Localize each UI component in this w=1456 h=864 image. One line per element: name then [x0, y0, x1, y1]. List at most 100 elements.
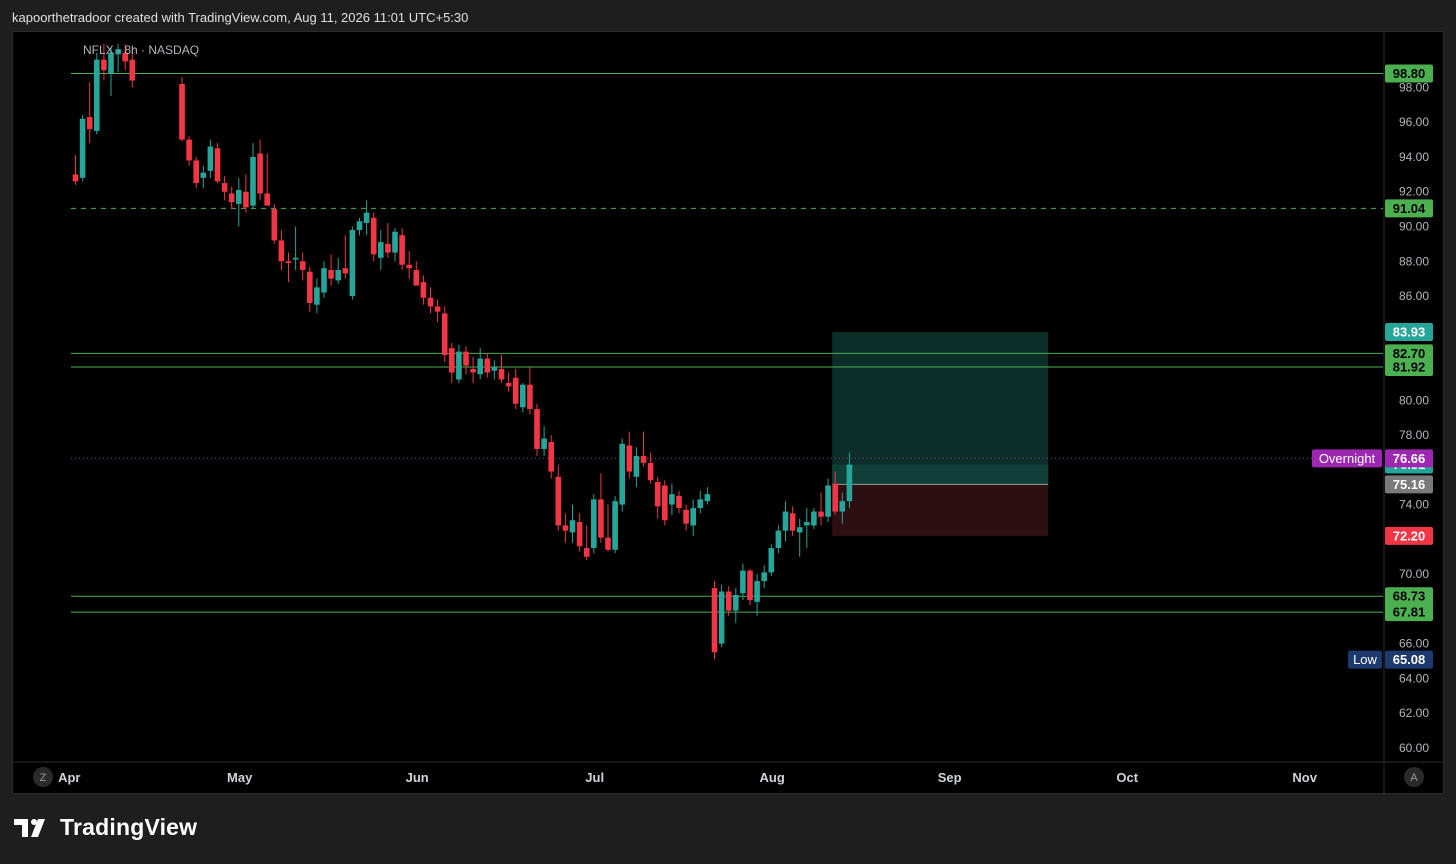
- x-tick-label: Nov: [1292, 770, 1317, 785]
- y-tick-label: 80.00: [1399, 393, 1429, 407]
- price-badge-label: 81.92: [1393, 359, 1426, 374]
- candle-body: [349, 229, 356, 297]
- y-tick-label: 98.00: [1399, 80, 1429, 94]
- candle-body: [434, 306, 441, 312]
- candle-body: [378, 242, 384, 258]
- candle-body: [676, 495, 682, 509]
- auto-scale-button-label: A: [1410, 772, 1418, 784]
- candle-body: [690, 508, 696, 526]
- y-tick-label: 78.00: [1399, 428, 1429, 442]
- price-badge-label: 68.73: [1393, 589, 1426, 604]
- x-tick-label: Aug: [760, 770, 785, 785]
- candle-body: [662, 485, 668, 521]
- candle-body: [278, 240, 285, 262]
- candle-body: [527, 384, 533, 409]
- candle-body: [449, 348, 455, 373]
- price-chart[interactable]: 60.00 62.00 64.00 66.00 70.00 74.00 78.00 80.00…: [13, 32, 1445, 795]
- candle-body: [420, 282, 427, 298]
- candle-body: [832, 483, 838, 512]
- candle-body: [740, 570, 746, 594]
- price-badge-label: 75.16: [1393, 477, 1426, 492]
- y-tick-label: 64.00: [1399, 671, 1429, 685]
- candle-body: [505, 382, 512, 387]
- y-tick-label: 60.00: [1399, 741, 1429, 755]
- tradingview-branding[interactable]: TradingView: [14, 814, 197, 841]
- candle-body: [441, 313, 448, 356]
- price-badge-label: 91.04: [1393, 201, 1426, 216]
- candle-body: [768, 548, 775, 573]
- side-tag-label: Low: [1353, 652, 1377, 667]
- candle-body: [236, 190, 242, 204]
- y-tick-label: 62.00: [1399, 706, 1429, 720]
- candle-body: [591, 499, 597, 549]
- candle-body: [385, 243, 391, 253]
- y-tick-label: 66.00: [1399, 637, 1429, 651]
- candle-body: [491, 367, 498, 371]
- candle-body: [328, 269, 334, 279]
- candle-body: [406, 264, 412, 269]
- candle-body: [704, 494, 711, 502]
- timezone-button[interactable]: Z: [33, 767, 53, 787]
- candle-body: [789, 513, 796, 531]
- candle-body: [761, 572, 767, 582]
- x-tick-label: Oct: [1116, 770, 1138, 785]
- candle-body: [200, 172, 207, 178]
- x-tick-label: Sep: [938, 770, 962, 785]
- candle-body: [754, 581, 760, 602]
- candle-body: [747, 570, 753, 601]
- symbol-legend: NFLX · 8h · NASDAQ: [83, 43, 199, 57]
- candle-body: [399, 235, 405, 265]
- candle-body: [583, 548, 590, 557]
- price-badge-label: 72.20: [1393, 528, 1426, 543]
- candle-body: [356, 221, 363, 230]
- candle-body: [456, 351, 462, 380]
- candle-body: [569, 520, 576, 533]
- candle-body: [271, 209, 278, 241]
- y-tick-label: 70.00: [1399, 567, 1429, 581]
- candle-body: [782, 511, 789, 531]
- chart-credit: kapoorthetradoor created with TradingVie…: [12, 10, 469, 25]
- x-tick-label: Apr: [58, 770, 80, 785]
- price-badge-label: 65.08: [1393, 652, 1426, 667]
- price-badge-label: 76.66: [1393, 451, 1426, 466]
- x-tick-label: May: [227, 770, 253, 785]
- candle-body: [299, 261, 306, 270]
- candle-body: [697, 499, 704, 509]
- target-zone[interactable]: [832, 332, 1049, 485]
- chart-frame[interactable]: 60.00 62.00 64.00 66.00 70.00 74.00 78.00 80.00…: [12, 31, 1445, 795]
- candle-body: [846, 464, 853, 502]
- candle-body: [243, 191, 249, 208]
- y-tick-label: 96.00: [1399, 115, 1429, 129]
- candle-body: [370, 217, 377, 255]
- candle-body: [541, 438, 547, 449]
- candle-body: [179, 83, 185, 140]
- brand-name: TradingView: [60, 814, 198, 840]
- candle-body: [94, 59, 100, 131]
- candle-body: [534, 409, 540, 449]
- stop-zone[interactable]: [832, 484, 1049, 536]
- y-tick-label: 94.00: [1399, 150, 1429, 164]
- candle-body: [520, 384, 526, 408]
- auto-scale-button[interactable]: A: [1404, 767, 1424, 787]
- candle-body: [363, 212, 370, 224]
- candle-body: [101, 59, 107, 71]
- candle-body: [555, 476, 562, 526]
- candle-body: [626, 445, 633, 472]
- candle-body: [733, 594, 739, 611]
- candle-body: [796, 527, 803, 533]
- candle-body: [548, 442, 554, 472]
- candle-body: [619, 443, 625, 505]
- candle-body: [413, 269, 420, 286]
- y-tick-label: 88.00: [1399, 254, 1429, 268]
- timezone-button-label: Z: [40, 772, 47, 784]
- candle-body: [647, 462, 654, 481]
- candle-body: [314, 287, 320, 305]
- y-tick-label: 74.00: [1399, 498, 1429, 512]
- candle-body: [669, 494, 675, 505]
- candle-body: [612, 501, 618, 550]
- y-tick-label: 90.00: [1399, 220, 1429, 234]
- candle-body: [79, 118, 86, 178]
- price-badge-label: 98.80: [1393, 66, 1426, 81]
- candle-body: [825, 485, 831, 517]
- candle-body: [654, 482, 661, 507]
